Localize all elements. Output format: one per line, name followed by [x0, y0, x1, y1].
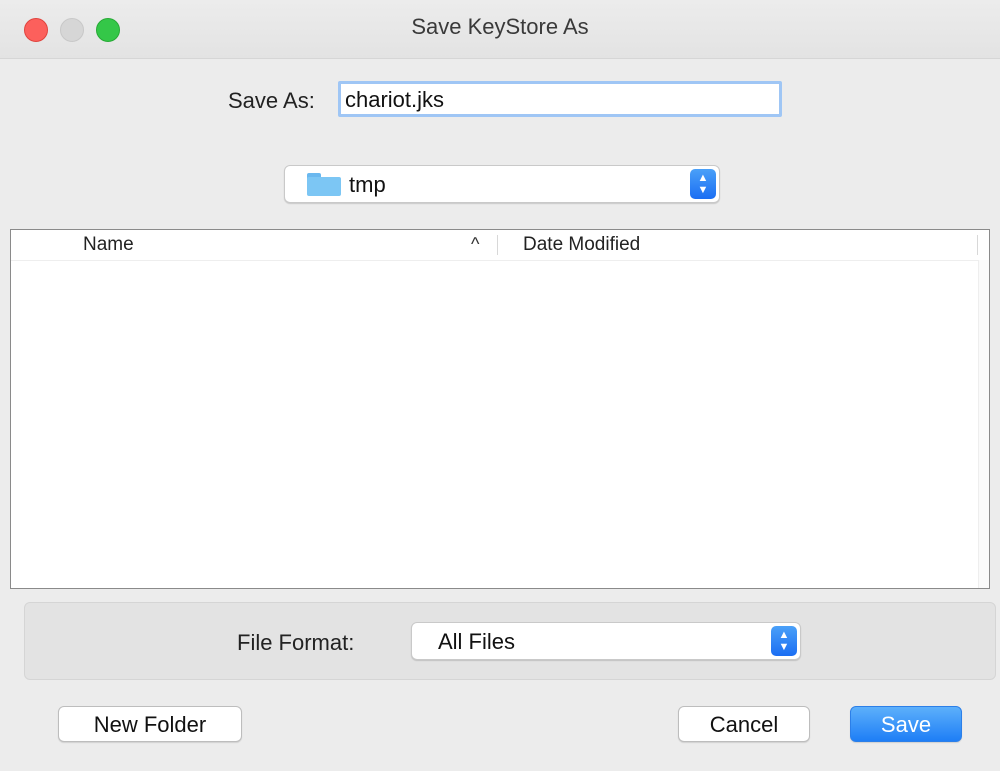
- popup-stepper-icon: ▲ ▼: [690, 169, 716, 199]
- file-list-header: Name ^ Date Modified: [11, 230, 989, 261]
- column-header-date-modified[interactable]: Date Modified: [523, 234, 640, 256]
- file-format-value: All Files: [438, 629, 516, 654]
- chevron-down-icon: ▼: [778, 641, 790, 653]
- location-popup[interactable]: tmp ▲ ▼: [284, 165, 720, 203]
- file-format-popup[interactable]: All Files ▲ ▼: [411, 622, 801, 660]
- save-as-label: Save As:: [228, 88, 315, 113]
- title-bar[interactable]: Save KeyStore As: [0, 0, 1000, 59]
- new-folder-button[interactable]: New Folder: [58, 706, 242, 742]
- column-header-name[interactable]: Name: [83, 234, 134, 256]
- file-format-label: File Format:: [237, 630, 355, 655]
- column-divider[interactable]: [977, 235, 978, 255]
- chevron-up-icon: ▲: [778, 629, 790, 641]
- save-dialog: Save KeyStore As Save As: chariot.jks tm…: [0, 0, 1000, 771]
- save-as-input[interactable]: chariot.jks: [338, 81, 782, 117]
- file-format-panel: File Format: All Files ▲ ▼: [24, 602, 996, 680]
- window-title: Save KeyStore As: [411, 14, 589, 39]
- location-label: tmp: [349, 172, 386, 197]
- file-list[interactable]: Name ^ Date Modified: [10, 229, 990, 589]
- sort-ascending-icon[interactable]: ^: [471, 234, 479, 255]
- popup-stepper-icon: ▲ ▼: [771, 626, 797, 656]
- folder-icon: [307, 173, 341, 197]
- save-button[interactable]: Save: [850, 706, 962, 742]
- vertical-scrollbar[interactable]: [978, 260, 989, 588]
- chevron-up-icon: ▲: [697, 172, 709, 184]
- cancel-button[interactable]: Cancel: [678, 706, 810, 742]
- chevron-down-icon: ▼: [697, 184, 709, 196]
- column-divider[interactable]: [497, 235, 498, 255]
